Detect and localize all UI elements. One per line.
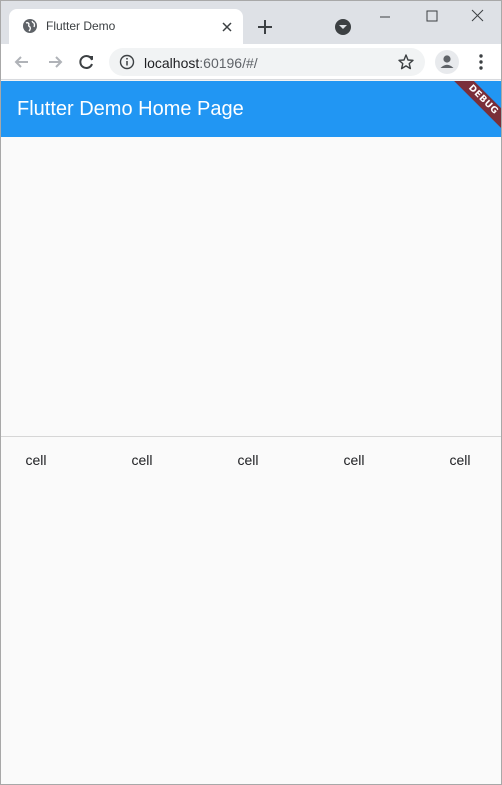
page-title: Flutter Demo Home Page — [17, 98, 244, 120]
url-host: localhost — [144, 55, 200, 71]
cell-item: cell — [449, 452, 471, 468]
maximize-icon[interactable] — [422, 7, 442, 27]
address-bar[interactable]: localhost:60196/#/ — [109, 48, 425, 76]
app-body: cell cell cell cell cell — [1, 137, 501, 784]
cell-item: cell — [131, 452, 153, 468]
kebab-menu-icon[interactable] — [471, 52, 491, 72]
cell-row: cell cell cell cell cell — [1, 452, 501, 472]
person-icon — [440, 55, 454, 68]
tab-flutter-demo[interactable]: Flutter Demo — [9, 9, 243, 44]
url-text[interactable]: localhost:60196/#/ — [144, 55, 258, 71]
star-icon[interactable] — [397, 53, 415, 71]
tab-strip: Flutter Demo — [1, 1, 501, 44]
arrow-right-icon[interactable] — [45, 52, 65, 72]
globe-icon — [23, 19, 37, 33]
close-icon[interactable] — [219, 19, 235, 35]
debug-banner: DEBUG — [446, 81, 501, 137]
cell-item: cell — [237, 452, 259, 468]
minimize-icon[interactable] — [375, 7, 395, 27]
cell-item: cell — [343, 452, 365, 468]
info-icon[interactable] — [119, 54, 135, 70]
divider — [1, 436, 501, 437]
cell-item: cell — [25, 452, 47, 468]
plus-icon[interactable] — [255, 17, 275, 37]
arrow-left-icon[interactable] — [12, 52, 32, 72]
reload-icon[interactable] — [77, 52, 97, 72]
window-close-icon[interactable] — [468, 7, 488, 27]
browser-toolbar: localhost:60196/#/ — [1, 44, 501, 80]
tab-title: Flutter Demo — [46, 19, 116, 33]
app-bar: Flutter Demo Home Page DEBUG — [1, 81, 501, 137]
profile-button[interactable] — [435, 50, 459, 74]
chevron-down-icon[interactable] — [333, 17, 353, 37]
browser-window: Flutter Demo localhost:60196/#/ Flutter … — [0, 0, 502, 785]
url-path: :60196/#/ — [199, 55, 258, 71]
